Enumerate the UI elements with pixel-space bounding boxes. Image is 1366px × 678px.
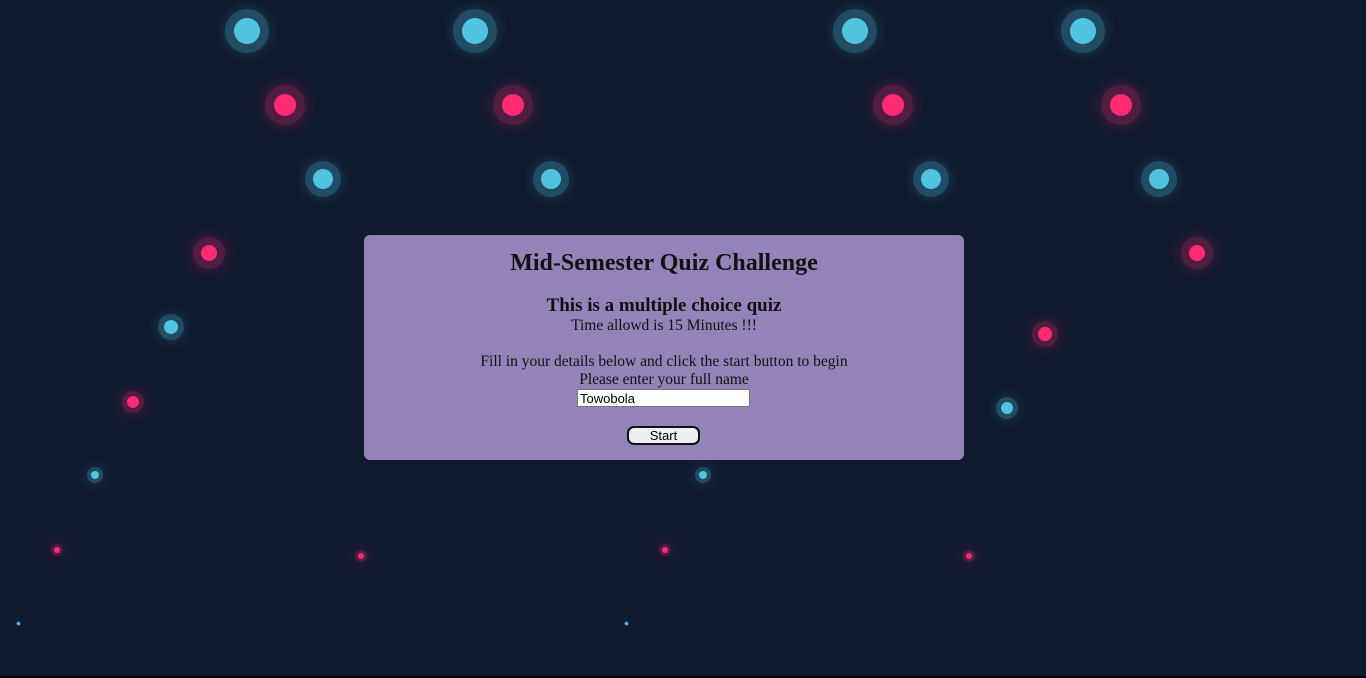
background-dot (695, 467, 711, 483)
background-dot (833, 9, 877, 53)
quiz-start-panel: Mid-Semester Quiz Challenge This is a mu… (364, 235, 964, 460)
background-dot (533, 161, 569, 197)
background-dot (1181, 237, 1213, 269)
name-prompt-label: Please enter your full name (579, 371, 749, 388)
background-dot (225, 9, 269, 53)
background-dot (51, 544, 63, 556)
background-dot (1032, 321, 1058, 347)
background-dot (305, 161, 341, 197)
quiz-subtitle: This is a multiple choice quiz (546, 295, 782, 316)
background-dot (122, 391, 144, 413)
background-dot (624, 621, 629, 626)
background-dot (659, 544, 671, 556)
background-dot (87, 467, 103, 483)
quiz-title: Mid-Semester Quiz Challenge (510, 250, 818, 276)
background-dot (193, 237, 225, 269)
background-dot (963, 550, 975, 562)
instructions-text: Fill in your details below and click the… (480, 353, 848, 370)
background-dot (1141, 161, 1177, 197)
background-dot (1061, 9, 1105, 53)
time-allowed-text: Time allowd is 15 Minutes !!! (571, 317, 757, 334)
background-dot (453, 9, 497, 53)
full-name-input[interactable] (577, 389, 750, 407)
start-button[interactable]: Start (627, 426, 700, 445)
background-dot (355, 550, 367, 562)
background-dot (493, 85, 533, 125)
background-dot (913, 161, 949, 197)
background-dot (16, 621, 21, 626)
background-dot (1101, 85, 1141, 125)
background-dot (265, 85, 305, 125)
background-dot (873, 85, 913, 125)
background-dot (158, 314, 184, 340)
background-dot (996, 397, 1018, 419)
